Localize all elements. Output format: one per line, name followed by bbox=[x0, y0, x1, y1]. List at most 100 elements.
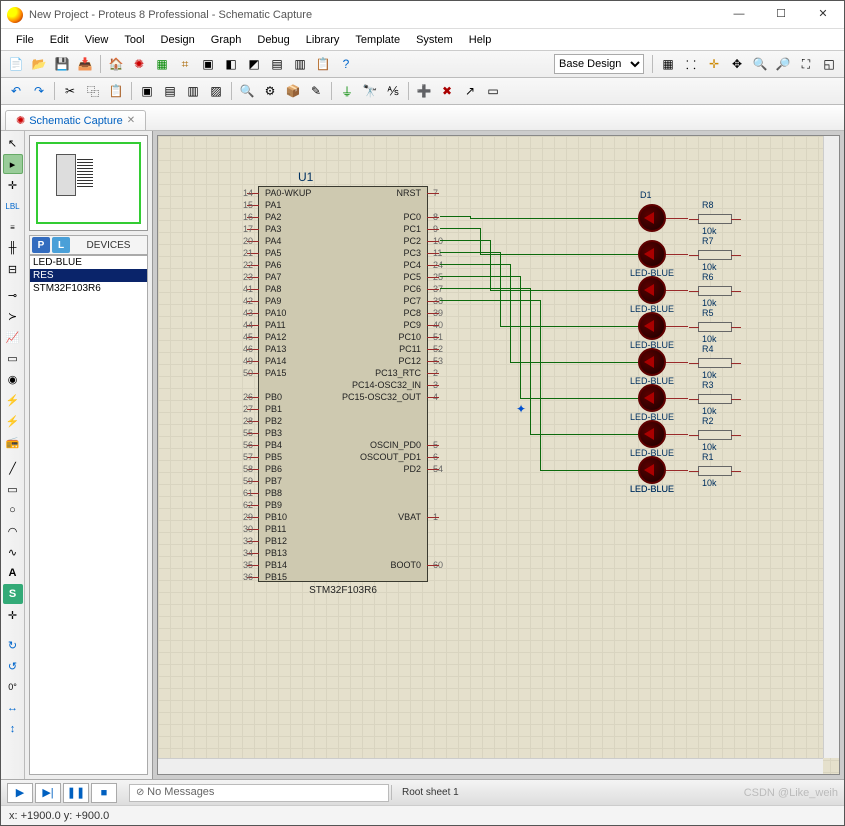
path-icon[interactable]: ∿ bbox=[3, 542, 23, 562]
menu-file[interactable]: File bbox=[9, 32, 41, 48]
selection-icon[interactable]: ↖ bbox=[3, 133, 23, 153]
pick-parts-button[interactable]: P bbox=[32, 237, 50, 253]
maximize-button[interactable]: ☐ bbox=[760, 1, 802, 29]
explorer-icon[interactable]: ▥ bbox=[289, 53, 311, 75]
pin-PC15-OSC32_OUT[interactable]: PC15-OSC32_OUT4 bbox=[259, 391, 427, 403]
stop-button[interactable]: ■ bbox=[91, 783, 117, 803]
pin-PC12[interactable]: PC1253 bbox=[259, 355, 427, 367]
wire[interactable] bbox=[666, 254, 688, 255]
copy-icon[interactable]: ⿻ bbox=[82, 80, 104, 102]
device-item[interactable]: STM32F103R6 bbox=[30, 282, 147, 295]
menu-debug[interactable]: Debug bbox=[250, 32, 296, 48]
resistor-R5[interactable] bbox=[698, 322, 732, 332]
pin-VBAT[interactable]: VBAT1 bbox=[259, 511, 427, 523]
menu-system[interactable]: System bbox=[409, 32, 460, 48]
pin-OSCOUT_PD1[interactable]: OSCOUT_PD16 bbox=[259, 451, 427, 463]
redo-icon[interactable]: ↷ bbox=[28, 80, 50, 102]
package-icon[interactable]: 📦 bbox=[282, 80, 304, 102]
instrument-icon[interactable]: 📻 bbox=[3, 432, 23, 452]
zoom-area-icon[interactable]: ◱ bbox=[818, 53, 840, 75]
pin-PA1[interactable]: 15PA1 bbox=[259, 199, 427, 211]
gerber-icon[interactable]: ◩ bbox=[243, 53, 265, 75]
arc-icon[interactable]: ◠ bbox=[3, 521, 23, 541]
resistor-R2[interactable] bbox=[698, 430, 732, 440]
text-script-icon[interactable]: ≡ bbox=[3, 217, 23, 237]
resistor-R1[interactable] bbox=[698, 466, 732, 476]
wire[interactable] bbox=[666, 470, 688, 471]
pin-PD2[interactable]: PD254 bbox=[259, 463, 427, 475]
pin-PC8[interactable]: PC839 bbox=[259, 307, 427, 319]
wire[interactable] bbox=[540, 470, 638, 471]
schematic-icon[interactable]: ✺ bbox=[128, 53, 150, 75]
scrollbar-vertical[interactable] bbox=[823, 136, 839, 758]
wire[interactable] bbox=[666, 290, 688, 291]
scrollbar-horizontal[interactable] bbox=[158, 758, 823, 774]
bus-icon[interactable]: ╫ bbox=[3, 238, 23, 258]
pin-PB2[interactable]: 28PB2 bbox=[259, 415, 427, 427]
open-icon[interactable]: 📂 bbox=[28, 53, 50, 75]
menu-design[interactable]: Design bbox=[154, 32, 202, 48]
pin-PC9[interactable]: PC940 bbox=[259, 319, 427, 331]
block-copy-icon[interactable]: ▣ bbox=[136, 80, 158, 102]
devices-list[interactable]: LED-BLUE RES STM32F103R6 bbox=[29, 255, 148, 775]
pin-PB13[interactable]: 34PB13 bbox=[259, 547, 427, 559]
wire[interactable] bbox=[530, 434, 638, 435]
resistor-R3[interactable] bbox=[698, 394, 732, 404]
message-panel[interactable]: ⊘ No Messages bbox=[129, 784, 389, 802]
pin-PB1[interactable]: 27PB1 bbox=[259, 403, 427, 415]
label-icon[interactable]: LBL bbox=[3, 196, 23, 216]
line-icon[interactable]: ╱ bbox=[3, 458, 23, 478]
wire[interactable] bbox=[440, 252, 500, 253]
junction-icon[interactable]: ✛ bbox=[3, 175, 23, 195]
zoom-sheet-icon[interactable]: ▭ bbox=[482, 80, 504, 102]
menu-tool[interactable]: Tool bbox=[117, 32, 151, 48]
schematic-canvas[interactable]: ✦ U114PA0-WKUP15PA116PA217PA320PA421PA52… bbox=[158, 136, 839, 774]
wire[interactable] bbox=[666, 362, 688, 363]
pin-PB12[interactable]: 33PB12 bbox=[259, 535, 427, 547]
pin-PC11[interactable]: PC1152 bbox=[259, 343, 427, 355]
menu-library[interactable]: Library bbox=[299, 32, 347, 48]
decompose-icon[interactable]: ✎ bbox=[305, 80, 327, 102]
menu-template[interactable]: Template bbox=[348, 32, 407, 48]
wire[interactable] bbox=[440, 288, 530, 289]
overview-pane[interactable] bbox=[29, 135, 148, 231]
play-button[interactable]: ▶ bbox=[7, 783, 33, 803]
wire[interactable] bbox=[470, 218, 638, 219]
menu-help[interactable]: Help bbox=[462, 32, 499, 48]
wire[interactable] bbox=[666, 218, 688, 219]
wire[interactable] bbox=[520, 276, 521, 398]
terminal-icon[interactable]: ⊸ bbox=[3, 285, 23, 305]
wire[interactable] bbox=[480, 254, 638, 255]
wire[interactable] bbox=[490, 290, 638, 291]
resistor-R7[interactable] bbox=[698, 250, 732, 260]
tape-icon[interactable]: ▭ bbox=[3, 348, 23, 368]
3d-icon[interactable]: ◧ bbox=[220, 53, 242, 75]
circle-icon[interactable]: ○ bbox=[3, 500, 23, 520]
pan-icon[interactable]: ✥ bbox=[726, 53, 748, 75]
resistor-R4[interactable] bbox=[698, 358, 732, 368]
wire[interactable] bbox=[440, 276, 520, 277]
current-probe-icon[interactable]: ⚡ bbox=[3, 411, 23, 431]
wire[interactable] bbox=[510, 264, 511, 362]
symbol-icon[interactable]: S bbox=[3, 584, 23, 604]
pick-icon[interactable]: 🔍 bbox=[236, 80, 258, 102]
device-pin-icon[interactable]: ≻ bbox=[3, 306, 23, 326]
cpu-icon[interactable]: ⌗ bbox=[174, 53, 196, 75]
wire[interactable] bbox=[440, 216, 470, 217]
block-rotate-icon[interactable]: ▥ bbox=[182, 80, 204, 102]
zoom-in-icon[interactable]: 🔍 bbox=[749, 53, 771, 75]
origin-icon[interactable]: ✛ bbox=[703, 53, 725, 75]
resistor-R8[interactable] bbox=[698, 214, 732, 224]
minimize-button[interactable]: — bbox=[718, 1, 760, 29]
wire[interactable] bbox=[480, 228, 481, 254]
snap-icon[interactable]: ⸬ bbox=[680, 53, 702, 75]
wire[interactable] bbox=[520, 398, 638, 399]
pcb-icon[interactable]: ▦ bbox=[151, 53, 173, 75]
tab-close-icon[interactable]: ✕ bbox=[127, 115, 135, 126]
pin-PC14-OSC32_IN[interactable]: PC14-OSC32_IN3 bbox=[259, 379, 427, 391]
pin-PC6[interactable]: PC637 bbox=[259, 283, 427, 295]
new-icon[interactable]: 📄 bbox=[5, 53, 27, 75]
search-icon[interactable]: 🔭 bbox=[359, 80, 381, 102]
device-item[interactable]: RES bbox=[30, 269, 147, 282]
resistor-R6[interactable] bbox=[698, 286, 732, 296]
